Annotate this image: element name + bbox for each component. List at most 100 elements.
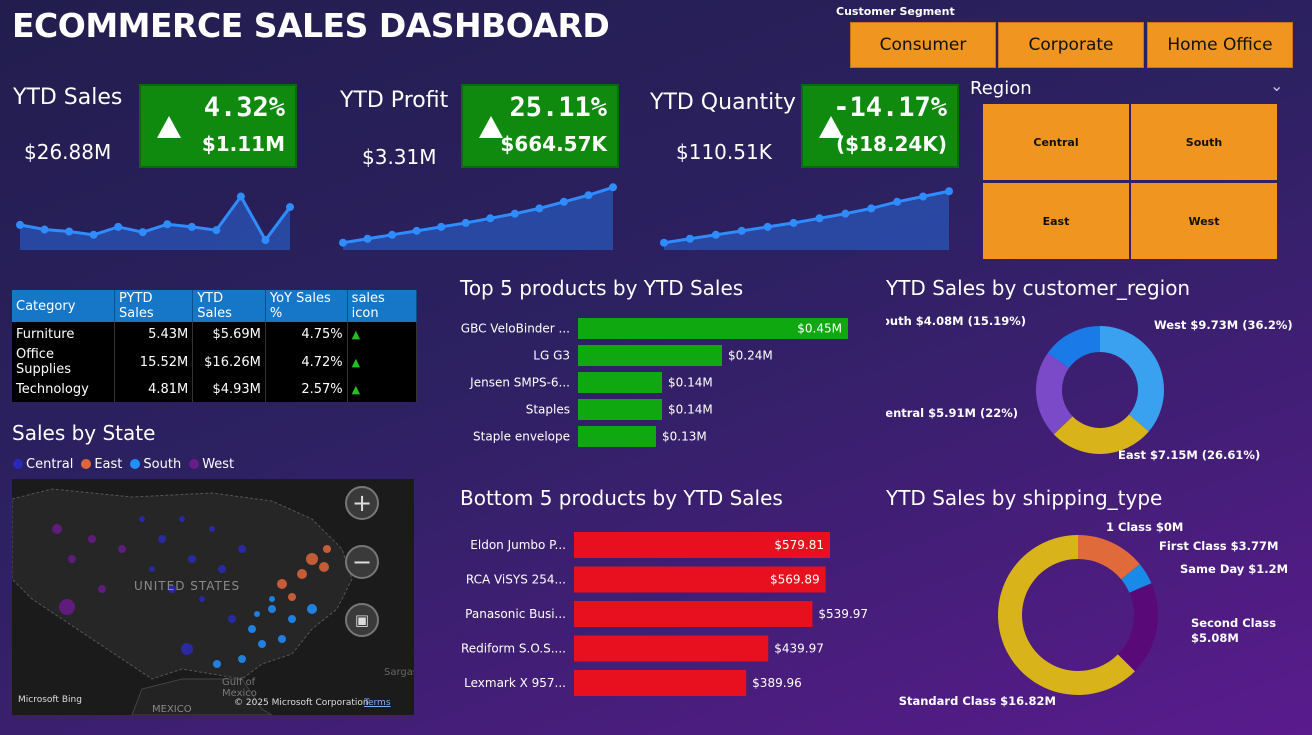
state-bubble[interactable] xyxy=(288,615,296,623)
col-pytd-sales[interactable]: PYTD Sales xyxy=(114,290,194,322)
region-east-button[interactable]: East xyxy=(983,183,1129,259)
state-bubble[interactable] xyxy=(98,585,106,593)
sparkline-point[interactable] xyxy=(16,220,24,229)
state-bubble[interactable] xyxy=(188,555,196,563)
state-bubble[interactable] xyxy=(258,640,266,648)
map-terms-link[interactable]: Terms xyxy=(364,698,391,708)
state-bubble[interactable] xyxy=(323,545,331,553)
col-category[interactable]: Category xyxy=(12,290,116,322)
state-bubble[interactable] xyxy=(149,566,155,572)
state-bubble[interactable] xyxy=(68,555,76,563)
state-bubble[interactable] xyxy=(269,596,275,602)
state-bubble[interactable] xyxy=(307,604,317,614)
state-bubble[interactable] xyxy=(118,545,126,553)
sparkline-point[interactable] xyxy=(535,204,544,213)
sparkline-point[interactable] xyxy=(763,222,772,231)
sparkline-point[interactable] xyxy=(510,209,519,218)
sparkline-point[interactable] xyxy=(437,222,446,231)
sales-by-state-map[interactable]: UNITED STATES Gulf of Mexico MEXICO Sarg… xyxy=(12,479,414,715)
bar[interactable] xyxy=(574,601,813,627)
state-bubble[interactable] xyxy=(254,611,260,617)
donut-slice[interactable] xyxy=(1100,326,1164,432)
col-yoy-sales[interactable]: YoY Sales % xyxy=(265,290,348,322)
select-area-icon[interactable]: ▣ xyxy=(345,603,379,637)
region-south-button[interactable]: South xyxy=(1131,104,1277,180)
state-bubble[interactable] xyxy=(88,535,96,543)
sparkline-point[interactable] xyxy=(388,230,397,239)
state-bubble[interactable] xyxy=(139,516,145,522)
chevron-down-icon[interactable]: ⌄ xyxy=(1270,76,1283,95)
state-bubble[interactable] xyxy=(238,655,246,663)
segment-consumer-button[interactable]: Consumer xyxy=(850,22,996,68)
sparkline-point[interactable] xyxy=(114,222,123,231)
region-central-button[interactable]: Central xyxy=(983,104,1129,180)
col-sales-icon[interactable]: sales icon xyxy=(347,290,418,322)
sparkline-point[interactable] xyxy=(187,222,196,231)
segment-home-office-button[interactable]: Home Office xyxy=(1147,22,1293,68)
state-bubble[interactable] xyxy=(319,562,329,572)
state-bubble[interactable] xyxy=(209,526,215,532)
sparkline-point[interactable] xyxy=(40,225,49,234)
sparkline-point[interactable] xyxy=(163,220,172,229)
sparkline-point[interactable] xyxy=(212,226,221,235)
legend-item-central[interactable]: Central xyxy=(13,457,73,472)
bar[interactable] xyxy=(578,345,722,366)
sparkline-point[interactable] xyxy=(841,209,850,218)
state-bubble[interactable] xyxy=(181,643,193,655)
donut-slice[interactable] xyxy=(1117,583,1158,672)
sparkline-point[interactable] xyxy=(65,227,74,236)
bar[interactable] xyxy=(574,635,769,662)
state-bubble[interactable] xyxy=(297,569,307,579)
state-bubble[interactable] xyxy=(268,605,276,613)
sparkline-point[interactable] xyxy=(236,192,245,201)
sparkline-point[interactable] xyxy=(138,228,147,237)
state-bubble[interactable] xyxy=(218,565,226,573)
zoom-in-button[interactable]: + xyxy=(345,486,379,520)
sparkline-point[interactable] xyxy=(867,204,876,213)
state-bubble[interactable] xyxy=(213,660,221,668)
sparkline-point[interactable] xyxy=(584,191,593,200)
sparkline-point[interactable] xyxy=(261,236,270,245)
sparkline-point[interactable] xyxy=(815,214,824,223)
sparkline-point[interactable] xyxy=(363,234,372,243)
state-bubble[interactable] xyxy=(158,535,166,543)
state-bubble[interactable] xyxy=(199,596,205,602)
legend-item-west[interactable]: West xyxy=(189,457,234,472)
bar[interactable] xyxy=(574,670,747,696)
sparkline-point[interactable] xyxy=(737,226,746,235)
sparkline-point[interactable] xyxy=(89,230,98,239)
sparkline-point[interactable] xyxy=(461,218,470,227)
bar[interactable] xyxy=(578,372,662,393)
legend-item-east[interactable]: East xyxy=(81,457,122,472)
sparkline-point[interactable] xyxy=(660,238,668,247)
zoom-out-button[interactable]: − xyxy=(345,545,379,579)
state-bubble[interactable] xyxy=(179,516,185,522)
sparkline-point[interactable] xyxy=(685,234,694,243)
sparkline-point[interactable] xyxy=(893,197,902,206)
state-bubble[interactable] xyxy=(228,615,236,623)
state-bubble[interactable] xyxy=(306,553,318,565)
sparkline-point[interactable] xyxy=(919,192,928,201)
state-bubble[interactable] xyxy=(288,593,296,601)
sparkline-point[interactable] xyxy=(945,187,953,196)
sparkline-point[interactable] xyxy=(339,238,347,247)
state-bubble[interactable] xyxy=(238,545,246,553)
state-bubble[interactable] xyxy=(248,625,256,633)
sparkline-point[interactable] xyxy=(559,197,568,206)
state-bubble[interactable] xyxy=(278,635,286,643)
sparkline-point[interactable] xyxy=(711,230,720,239)
bar[interactable] xyxy=(578,399,662,420)
region-west-button[interactable]: West xyxy=(1131,183,1277,259)
state-bubble[interactable] xyxy=(277,579,287,589)
state-bubble[interactable] xyxy=(52,524,62,534)
sparkline-point[interactable] xyxy=(412,226,421,235)
sparkline-point[interactable] xyxy=(789,218,798,227)
col-ytd-sales[interactable]: YTD Sales xyxy=(192,290,266,322)
sparkline-point[interactable] xyxy=(286,203,294,212)
bar[interactable] xyxy=(578,426,656,447)
legend-item-south[interactable]: South xyxy=(130,457,181,472)
segment-corporate-button[interactable]: Corporate xyxy=(998,22,1144,68)
state-bubble[interactable] xyxy=(59,599,75,615)
sparkline-point[interactable] xyxy=(609,183,617,192)
sparkline-point[interactable] xyxy=(486,214,495,223)
